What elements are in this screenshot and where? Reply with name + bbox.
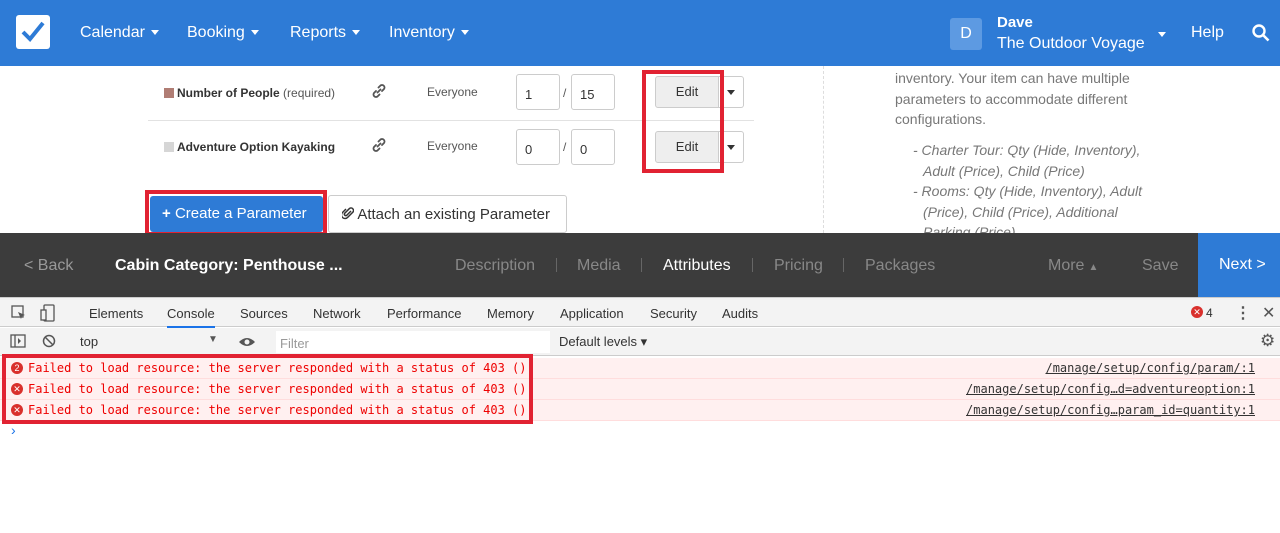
devtools-tabbar: Elements Console Sources Network Perform… (0, 298, 1280, 328)
devtools-tab-performance[interactable]: Performance (387, 306, 461, 321)
inspect-element-icon[interactable] (11, 305, 27, 321)
paperclip-icon (340, 207, 355, 220)
errors-highlight (2, 354, 533, 424)
sidebar-toggle-icon[interactable] (10, 334, 26, 348)
attach-parameter-button[interactable]: Attach an existing Parameter (328, 195, 567, 233)
tab-separator (641, 258, 642, 272)
top-navigation: Calendar Booking Reports Inventory D Dav… (0, 0, 1280, 66)
chevron-down-icon (150, 30, 159, 36)
help-example: - Rooms: Qty (Hide, Inventory), Adult (P… (913, 183, 1142, 233)
devtools-tab-elements[interactable]: Elements (89, 306, 143, 321)
user-company[interactable]: The Outdoor Voyage (997, 35, 1145, 53)
tab-description[interactable]: Description (455, 257, 535, 275)
eye-icon[interactable] (238, 336, 256, 348)
devtools-tab-sources[interactable]: Sources (240, 306, 288, 321)
error-source-link[interactable]: /manage/setup/config/param/:1 (1045, 361, 1255, 375)
attributes-content: Number of People (required) Everyone 1 /… (0, 66, 1280, 233)
wizard-bar: < Back Cabin Category: Penthouse ... Des… (0, 233, 1280, 297)
link-icon[interactable] (371, 83, 387, 99)
min-quantity-input[interactable]: 1 (516, 74, 560, 110)
next-button[interactable]: Next > (1198, 233, 1280, 297)
user-menu-chevron-icon[interactable] (1158, 32, 1166, 37)
chevron-down-icon (250, 30, 259, 36)
parameter-color-swatch (164, 88, 174, 98)
page-title: Cabin Category: Penthouse ... (115, 257, 343, 274)
parameter-audience: Everyone (427, 85, 478, 99)
devtools-tab-memory[interactable]: Memory (487, 306, 534, 321)
chevron-down-icon (460, 30, 469, 36)
devtools-tab-application[interactable]: Application (560, 306, 624, 321)
kebab-menu-icon[interactable]: ⋮ (1235, 303, 1251, 323)
tab-separator (556, 258, 557, 272)
devtools-panel: Elements Console Sources Network Perform… (0, 297, 1280, 533)
help-example: - Charter Tour: Qty (Hide, Inventory), A… (913, 142, 1141, 179)
help-text: inventory. Your item can have multiple p… (895, 70, 1130, 127)
tab-attributes[interactable]: Attributes (663, 257, 731, 275)
context-dropdown-icon[interactable]: ▼ (208, 334, 218, 345)
console-toolbar: top ▼ Filter Default levels ▾ ⚙ (0, 328, 1280, 356)
max-quantity-input[interactable]: 15 (571, 74, 615, 110)
user-name[interactable]: Dave (997, 14, 1033, 31)
tab-separator (843, 258, 844, 272)
parameter-name: Adventure Option Kayaking (177, 140, 336, 154)
search-icon[interactable] (1252, 24, 1270, 42)
create-button-highlight (145, 190, 327, 233)
parameter-name: Number of People (required) (177, 86, 336, 100)
range-separator: / (563, 140, 567, 154)
save-button[interactable]: Save (1142, 257, 1178, 275)
nav-booking[interactable]: Booking (187, 24, 259, 42)
device-toolbar-icon[interactable] (40, 304, 56, 322)
console-prompt[interactable]: › (11, 422, 16, 438)
edit-buttons-highlight (642, 70, 724, 173)
tab-pricing[interactable]: Pricing (774, 257, 823, 275)
error-source-link[interactable]: /manage/setup/config…param_id=quantity:1 (966, 403, 1255, 417)
error-count[interactable]: 4 (1206, 306, 1213, 320)
clear-console-icon[interactable] (42, 334, 56, 348)
devtools-tab-network[interactable]: Network (313, 306, 361, 321)
nav-reports[interactable]: Reports (290, 24, 361, 42)
back-button[interactable]: < Back (24, 257, 73, 275)
range-separator: / (563, 86, 567, 100)
context-selector[interactable]: top (80, 334, 98, 349)
error-source-link[interactable]: /manage/setup/config…d=adventureoption:1 (966, 382, 1255, 396)
chevron-up-icon: ▲ (1088, 262, 1099, 273)
help-examples: - Charter Tour: Qty (Hide, Inventory), A… (895, 140, 1165, 233)
log-levels-dropdown[interactable]: Default levels ▾ (559, 334, 647, 350)
link-icon[interactable] (371, 137, 387, 153)
column-divider (823, 66, 824, 233)
avatar[interactable]: D (950, 18, 982, 50)
tab-packages[interactable]: Packages (865, 257, 935, 275)
min-quantity-input[interactable]: 0 (516, 129, 560, 165)
devtools-tab-console[interactable]: Console (167, 306, 215, 328)
help-link[interactable]: Help (1191, 24, 1224, 42)
max-quantity-input[interactable]: 0 (571, 129, 615, 165)
chevron-down-icon (352, 30, 361, 36)
nav-calendar[interactable]: Calendar (80, 24, 159, 42)
parameter-audience: Everyone (427, 139, 478, 153)
settings-gear-icon[interactable]: ⚙ (1260, 331, 1275, 351)
devtools-tab-audits[interactable]: Audits (722, 306, 758, 321)
tab-media[interactable]: Media (577, 257, 621, 275)
tab-separator (752, 258, 753, 272)
devtools-tab-security[interactable]: Security (650, 306, 697, 321)
close-icon[interactable]: ✕ (1262, 303, 1275, 323)
error-count-icon[interactable]: ✕ (1191, 306, 1203, 318)
more-menu[interactable]: More ▲ (1048, 257, 1098, 275)
parameter-color-swatch (164, 142, 174, 152)
console-filter-input[interactable]: Filter (276, 331, 550, 353)
app-logo-checkmark-icon[interactable] (16, 15, 50, 49)
nav-inventory[interactable]: Inventory (389, 24, 469, 42)
